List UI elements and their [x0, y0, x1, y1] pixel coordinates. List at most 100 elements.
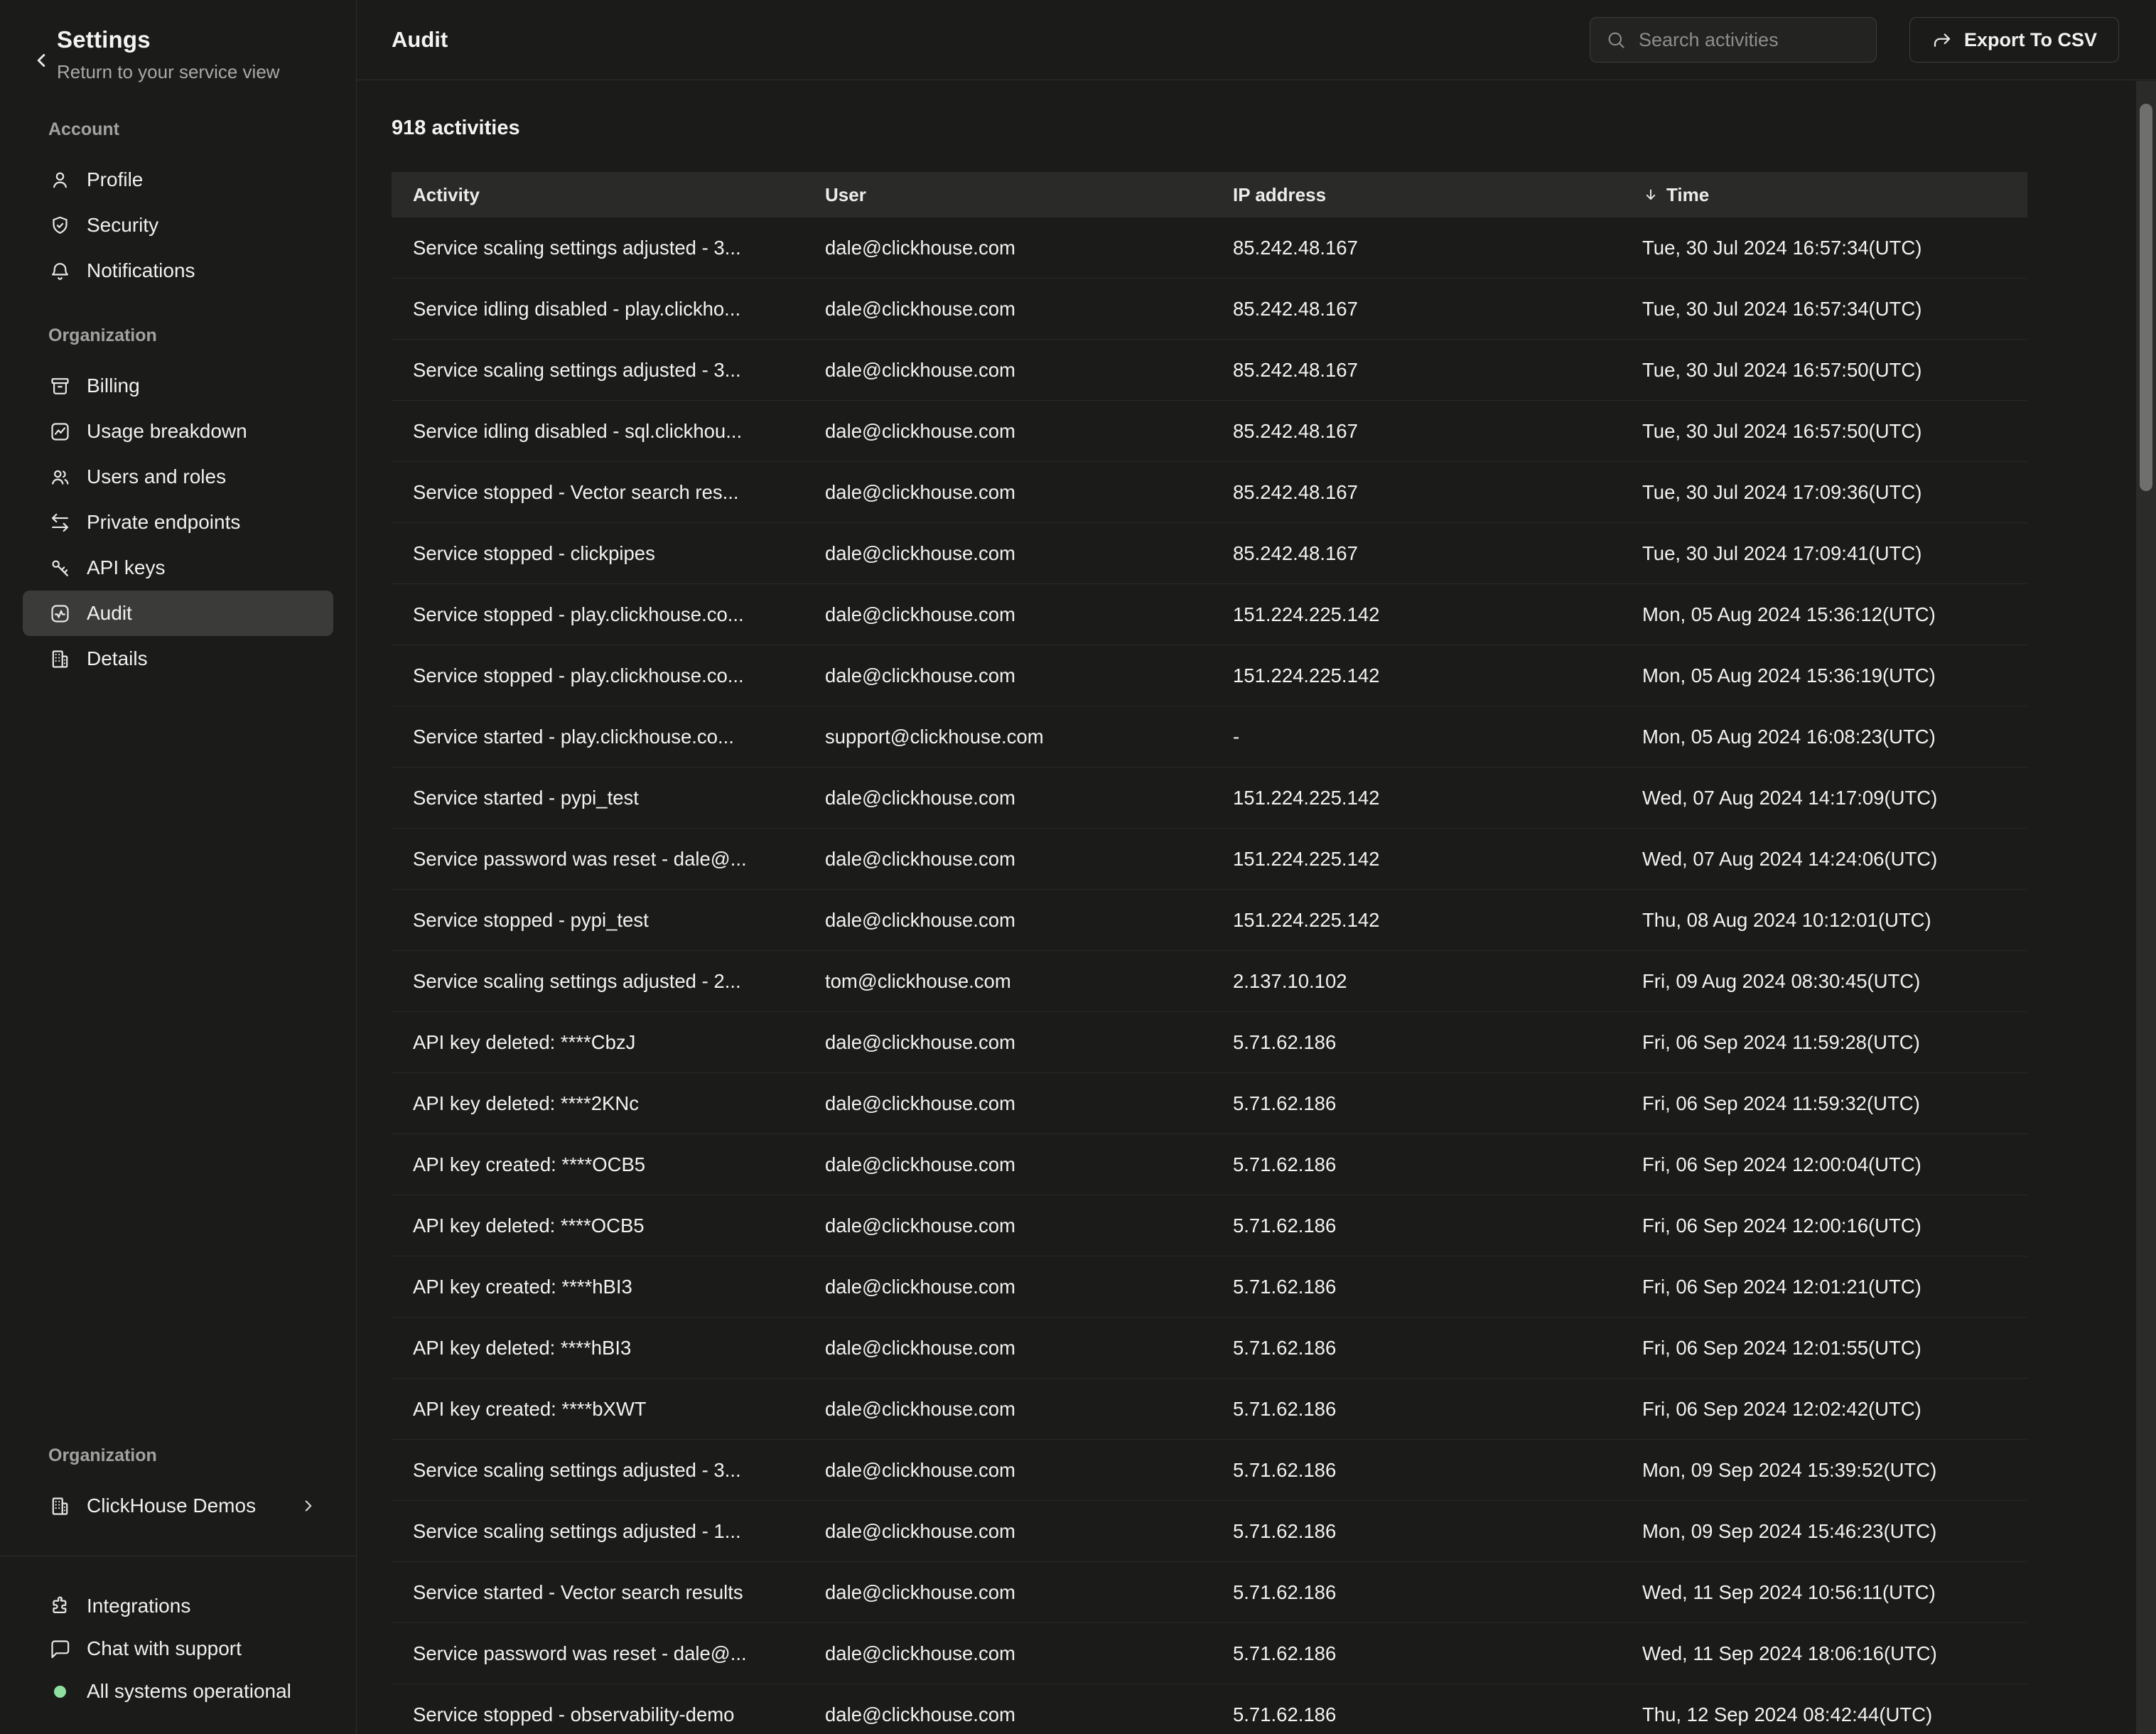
export-csv-button[interactable]: Export To CSV — [1909, 17, 2119, 63]
cell-ip-address: 5.71.62.186 — [1233, 1215, 1642, 1237]
table-row[interactable]: API key deleted: ****2KNcdale@clickhouse… — [392, 1073, 2027, 1134]
table-row[interactable]: API key deleted: ****CbzJdale@clickhouse… — [392, 1012, 2027, 1073]
sidebar-item-chat-with-support[interactable]: Chat with support — [23, 1627, 333, 1670]
table-row[interactable]: Service stopped - play.clickhouse.co...d… — [392, 645, 2027, 706]
cell-user: dale@clickhouse.com — [825, 1092, 1233, 1115]
cell-activity: API key created: ****bXWT — [413, 1398, 825, 1421]
column-header-ip-address[interactable]: IP address — [1233, 184, 1642, 206]
cell-ip-address: 5.71.62.186 — [1233, 1092, 1642, 1115]
table-row[interactable]: Service scaling settings adjusted - 2...… — [392, 951, 2027, 1012]
table-row[interactable]: Service stopped - pypi_testdale@clickhou… — [392, 890, 2027, 951]
arrows-left-right-icon — [48, 511, 71, 534]
table-row[interactable]: Service scaling settings adjusted - 3...… — [392, 1440, 2027, 1501]
cell-time: Tue, 30 Jul 2024 17:09:41(UTC) — [1642, 542, 2027, 565]
sidebar-item-details[interactable]: Details — [23, 636, 333, 682]
usage-chart-icon — [48, 420, 71, 443]
cell-activity: Service password was reset - dale@... — [413, 1642, 825, 1665]
sidebar: Settings Return to your service view Acc… — [0, 0, 357, 1734]
table-row[interactable]: API key deleted: ****OCB5dale@clickhouse… — [392, 1195, 2027, 1256]
cell-user: dale@clickhouse.com — [825, 603, 1233, 626]
shield-icon — [48, 214, 71, 237]
table-row[interactable]: API key deleted: ****hBI3dale@clickhouse… — [392, 1318, 2027, 1379]
cell-user: dale@clickhouse.com — [825, 1337, 1233, 1359]
table-row[interactable]: Service scaling settings adjusted - 3...… — [392, 217, 2027, 279]
table-row[interactable]: API key created: ****bXWTdale@clickhouse… — [392, 1379, 2027, 1440]
cell-ip-address: 2.137.10.102 — [1233, 970, 1642, 993]
cell-ip-address: 151.224.225.142 — [1233, 787, 1642, 809]
sidebar-item-users-and-roles[interactable]: Users and roles — [23, 454, 333, 500]
activities-count: 918 activities — [392, 116, 2156, 140]
cell-user: dale@clickhouse.com — [825, 1520, 1233, 1543]
sidebar-item-notifications[interactable]: Notifications — [23, 248, 333, 294]
column-header-activity[interactable]: Activity — [413, 184, 825, 206]
table-row[interactable]: Service stopped - observability-demodale… — [392, 1684, 2027, 1734]
sidebar-item-integrations[interactable]: Integrations — [23, 1585, 333, 1627]
table-row[interactable]: Service password was reset - dale@...dal… — [392, 829, 2027, 890]
cell-user: dale@clickhouse.com — [825, 664, 1233, 687]
cell-time: Thu, 12 Sep 2024 08:42:44(UTC) — [1642, 1703, 2027, 1726]
table-row[interactable]: API key created: ****OCB5dale@clickhouse… — [392, 1134, 2027, 1195]
sidebar-item-api-keys[interactable]: API keys — [23, 545, 333, 591]
cell-user: dale@clickhouse.com — [825, 237, 1233, 259]
export-csv-label: Export To CSV — [1964, 29, 2097, 51]
sidebar-item-security[interactable]: Security — [23, 203, 333, 248]
table-row[interactable]: Service scaling settings adjusted - 3...… — [392, 340, 2027, 401]
cell-user: dale@clickhouse.com — [825, 1459, 1233, 1482]
section-label-organization: Organization — [48, 325, 333, 346]
table-row[interactable]: Service password was reset - dale@...dal… — [392, 1623, 2027, 1684]
sidebar-item-label: Profile — [87, 168, 143, 191]
cell-activity: Service scaling settings adjusted - 3... — [413, 1459, 825, 1482]
cell-activity: Service idling disabled - play.clickho..… — [413, 298, 825, 321]
table-row[interactable]: Service stopped - clickpipesdale@clickho… — [392, 523, 2027, 584]
table-row[interactable]: Service started - Vector search resultsd… — [392, 1562, 2027, 1623]
cell-time: Tue, 30 Jul 2024 17:09:36(UTC) — [1642, 481, 2027, 504]
cell-time: Mon, 09 Sep 2024 15:39:52(UTC) — [1642, 1459, 2027, 1482]
sidebar-item-profile[interactable]: Profile — [23, 157, 333, 203]
table-row[interactable]: Service stopped - Vector search res...da… — [392, 462, 2027, 523]
sidebar-nav: Account Profile SecurityNotifications Organ… — [0, 119, 356, 682]
sidebar-item-billing[interactable]: Billing — [23, 363, 333, 409]
table-row[interactable]: Service started - play.clickhouse.co...s… — [392, 706, 2027, 768]
audit-activity-icon — [48, 602, 71, 625]
cell-ip-address: 5.71.62.186 — [1233, 1581, 1642, 1604]
puzzle-icon — [48, 1595, 71, 1617]
table-row[interactable]: Service stopped - play.clickhouse.co...d… — [392, 584, 2027, 645]
sidebar-item-clickhouse-demos[interactable]: ClickHouse Demos — [23, 1483, 333, 1529]
main-area: Audit Export To CSV 918 activities — [357, 0, 2156, 1734]
user-icon — [48, 168, 71, 191]
back-button[interactable] — [26, 40, 57, 83]
table-row[interactable]: Service started - pypi_testdale@clickhou… — [392, 768, 2027, 829]
sort-down-icon — [1642, 186, 1659, 203]
search-input[interactable] — [1590, 17, 1877, 63]
cell-user: support@clickhouse.com — [825, 726, 1233, 748]
cell-time: Mon, 05 Aug 2024 16:08:23(UTC) — [1642, 726, 2027, 748]
cell-activity: Service started - Vector search results — [413, 1581, 825, 1604]
return-to-service-link[interactable]: Return to your service view — [57, 61, 280, 83]
sidebar-item-audit[interactable]: Audit — [23, 591, 333, 636]
sidebar-item-label: Integrations — [87, 1595, 190, 1617]
cell-ip-address: 5.71.62.186 — [1233, 1276, 1642, 1298]
table-row[interactable]: API key created: ****hBI3dale@clickhouse… — [392, 1256, 2027, 1318]
cell-time: Tue, 30 Jul 2024 16:57:34(UTC) — [1642, 237, 2027, 259]
table-row[interactable]: Service idling disabled - sql.clickhou..… — [392, 401, 2027, 462]
scrollbar-thumb[interactable] — [2140, 104, 2152, 491]
column-header-time[interactable]: Time — [1642, 184, 2027, 206]
sidebar-item-private-endpoints[interactable]: Private endpoints — [23, 500, 333, 545]
search-activities-field[interactable] — [1637, 28, 1860, 52]
column-header-user[interactable]: User — [825, 184, 1233, 206]
cell-ip-address: 151.224.225.142 — [1233, 909, 1642, 932]
cell-ip-address: 85.242.48.167 — [1233, 298, 1642, 321]
cell-user: dale@clickhouse.com — [825, 848, 1233, 871]
table-row[interactable]: Service idling disabled - play.clickho..… — [392, 279, 2027, 340]
cell-time: Mon, 05 Aug 2024 15:36:12(UTC) — [1642, 603, 2027, 626]
sidebar-item-label: API keys — [87, 556, 165, 579]
table-row[interactable]: Service scaling settings adjusted - 1...… — [392, 1501, 2027, 1562]
sidebar-item-all-systems-operational: All systems operational — [23, 1670, 333, 1713]
page-title: Audit — [392, 27, 448, 53]
section-label-account: Account — [48, 119, 333, 140]
sidebar-item-label: All systems operational — [87, 1680, 291, 1703]
scrollbar-track[interactable] — [2136, 81, 2156, 1734]
cell-activity: Service stopped - Vector search res... — [413, 481, 825, 504]
sidebar-item-usage-breakdown[interactable]: Usage breakdown — [23, 409, 333, 454]
table-body: Service scaling settings adjusted - 3...… — [392, 217, 2027, 1734]
